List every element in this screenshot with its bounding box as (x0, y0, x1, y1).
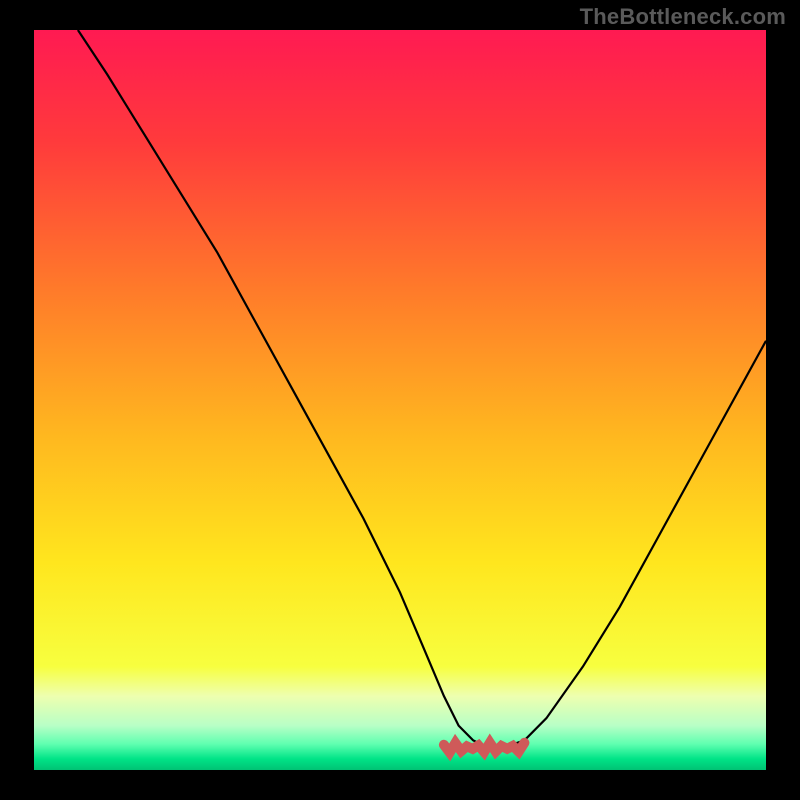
bottleneck-curve (34, 30, 766, 770)
chart-frame: TheBottleneck.com (0, 0, 800, 800)
plot-area (34, 30, 766, 770)
watermark-text: TheBottleneck.com (580, 4, 786, 30)
